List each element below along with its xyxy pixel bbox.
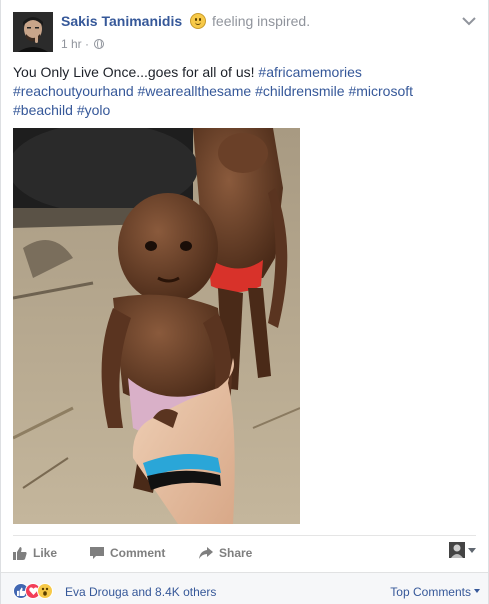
post-timestamp[interactable]: 1 hr ·: [61, 37, 89, 51]
chevron-down-icon[interactable]: [462, 16, 476, 26]
viewer-avatar: [449, 542, 465, 558]
caret-down-icon: [468, 547, 476, 553]
thumbs-up-icon: [13, 547, 27, 560]
like-label: Like: [33, 546, 58, 560]
post-photo[interactable]: [13, 128, 300, 524]
top-comments-label: Top Comments: [390, 585, 471, 599]
hashtag-link[interactable]: #weareallthesame: [138, 83, 252, 99]
post-text-prefix: You Only Live Once...goes for all of us!: [13, 64, 255, 80]
author-avatar[interactable]: [13, 12, 53, 52]
feeling-text: feeling inspired.: [212, 13, 311, 29]
reactions-bar: Eva Drouga and 8.4K others Top Comments: [1, 572, 488, 604]
caret-down-icon: [474, 589, 480, 593]
post-card: Sakis Tanimanidis feeling inspired. 1 hr…: [0, 0, 489, 604]
share-label: Share: [219, 546, 253, 560]
post-text: You Only Live Once...goes for all of us!…: [13, 63, 453, 120]
hashtag-link[interactable]: #microsoft: [348, 83, 413, 99]
share-button[interactable]: Share: [199, 536, 252, 570]
post-actions-bar: Like Comment Share: [13, 535, 476, 569]
hashtag-link[interactable]: #yolo: [77, 102, 110, 118]
wow-reaction-icon: [37, 583, 53, 599]
comment-label: Comment: [110, 546, 166, 560]
post-header: Sakis Tanimanidis feeling inspired. 1 hr…: [13, 12, 476, 56]
hashtag-link[interactable]: #africamemories: [258, 64, 361, 80]
globe-icon[interactable]: [94, 39, 105, 49]
post-as-selector[interactable]: [449, 542, 476, 558]
hashtag-link[interactable]: #beachild: [13, 102, 73, 118]
hashtag-link[interactable]: #reachoutyourhand: [13, 83, 134, 99]
hashtag-link[interactable]: #childrensmile: [255, 83, 344, 99]
comment-button[interactable]: Comment: [90, 536, 165, 570]
share-arrow-icon: [199, 547, 213, 559]
reaction-summary-link[interactable]: Eva Drouga and 8.4K others: [65, 585, 216, 599]
reaction-icons[interactable]: [13, 583, 53, 599]
author-name-link[interactable]: Sakis Tanimanidis: [61, 13, 182, 29]
like-button[interactable]: Like: [13, 536, 57, 570]
comment-bubble-icon: [90, 546, 104, 559]
top-comments-dropdown[interactable]: Top Comments: [390, 585, 480, 599]
feeling-emoji-icon: [189, 13, 206, 29]
post-meta: 1 hr ·: [61, 37, 310, 51]
